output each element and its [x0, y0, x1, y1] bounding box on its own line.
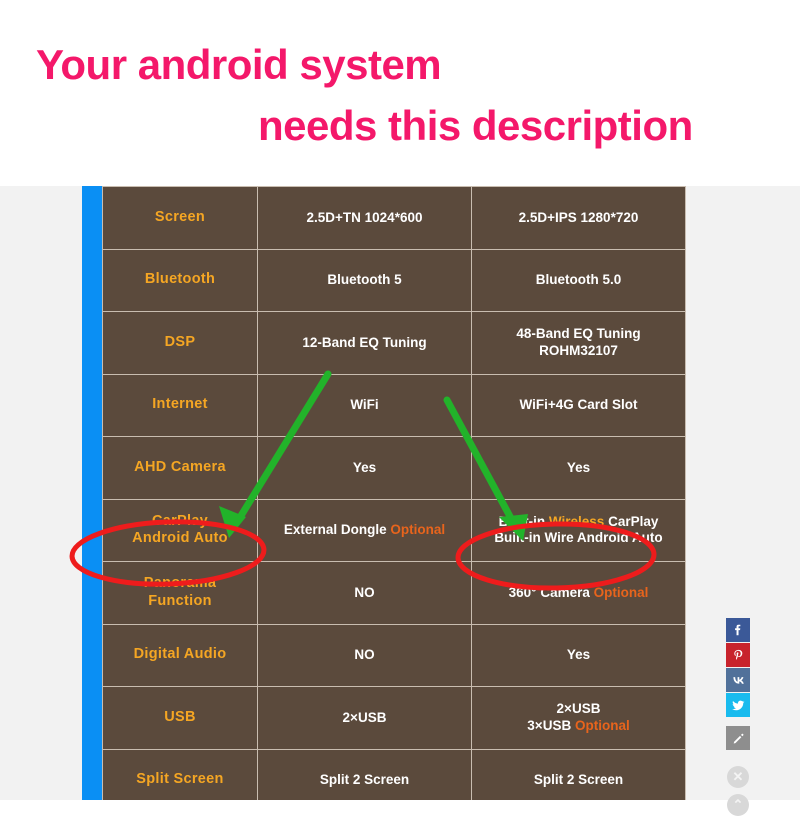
row-feature-bluetooth: Bluetooth: [102, 248, 258, 312]
table-row: Digital Audio NO Yes: [102, 623, 686, 687]
row-feature-panorama: Panorama Function: [102, 561, 258, 625]
carplay-b-l2: Built-in Wire Android Auto: [494, 530, 663, 546]
row-feature-internet: Internet: [102, 373, 258, 437]
carplay-b-l1-post: CarPlay: [604, 513, 659, 529]
panorama-label-line1: Panorama: [143, 575, 217, 592]
table-row: USB 2×USB 2×USB 3×USB Optional: [102, 686, 686, 750]
headline-banner: Your android system needs this descripti…: [0, 0, 800, 185]
product-spec-image: Screen 2.5D+TN 1024*600 2.5D+IPS 1280*72…: [0, 186, 800, 800]
carplay-b-l1-pre: Built-in: [498, 513, 549, 529]
carplay-label-line1: CarPlay: [151, 512, 209, 529]
row-value-b-carplay: Built-in Wireless CarPlay Built-in Wire A…: [471, 498, 686, 562]
row-value-b-bluetooth: Bluetooth 5.0: [471, 248, 686, 312]
vk-icon: [732, 676, 744, 684]
dsp-b-line1: 48-Band EQ Tuning: [516, 326, 641, 342]
edit-share-button[interactable]: [726, 726, 750, 750]
table-row: AHD Camera Yes Yes: [102, 436, 686, 500]
table-row: Screen 2.5D+TN 1024*600 2.5D+IPS 1280*72…: [102, 186, 686, 250]
pinterest-icon: [733, 649, 742, 660]
pencil-icon: [733, 733, 743, 743]
headline-line-2: needs this description: [258, 102, 693, 149]
row-feature-ahd-camera: AHD Camera: [102, 436, 258, 500]
spec-comparison-table: Screen 2.5D+TN 1024*600 2.5D+IPS 1280*72…: [102, 186, 686, 800]
row-value-a-dsp: 12-Band EQ Tuning: [257, 311, 472, 375]
social-share-rail: ✕ ⌃: [726, 618, 750, 816]
row-value-a-panorama: NO: [257, 561, 472, 625]
panorama-label-line2: Function: [148, 592, 212, 609]
row-value-b-digital-audio: Yes: [471, 623, 686, 687]
row-value-a-usb: 2×USB: [257, 686, 472, 750]
row-feature-dsp: DSP: [102, 311, 258, 375]
carplay-a-optional-tag: Optional: [390, 522, 446, 538]
table-row: Bluetooth Bluetooth 5 Bluetooth 5.0: [102, 248, 686, 312]
close-rail-button[interactable]: ✕: [727, 766, 749, 788]
row-feature-usb: USB: [102, 686, 258, 750]
row-value-b-internet: WiFi+4G Card Slot: [471, 373, 686, 437]
table-row: CarPlay Android Auto External Dongle Opt…: [102, 498, 686, 562]
usb-b-optional-tag: Optional: [574, 717, 630, 733]
spec-sheet-left-edge: [82, 186, 102, 800]
carplay-b-wireless-tag: Wireless: [548, 513, 605, 529]
row-value-a-digital-audio: NO: [257, 623, 472, 687]
panorama-b-optional-tag: Optional: [593, 584, 649, 600]
row-value-b-split-screen: Split 2 Screen: [471, 748, 686, 800]
row-feature-screen: Screen: [102, 186, 258, 250]
row-feature-carplay: CarPlay Android Auto: [102, 498, 258, 562]
row-value-b-ahd-camera: Yes: [471, 436, 686, 500]
table-row: DSP 12-Band EQ Tuning 48-Band EQ Tuning …: [102, 311, 686, 375]
pinterest-share-button[interactable]: [726, 643, 750, 667]
row-value-b-panorama: 360° Camera Optional: [471, 561, 686, 625]
facebook-share-button[interactable]: [726, 618, 750, 642]
row-feature-split-screen: Split Screen: [102, 748, 258, 800]
table-row: Internet WiFi WiFi+4G Card Slot: [102, 373, 686, 437]
carplay-a-text: External Dongle: [283, 522, 391, 538]
row-value-a-ahd-camera: Yes: [257, 436, 472, 500]
facebook-icon: [735, 624, 741, 636]
table-row: Panorama Function NO 360° Camera Optiona…: [102, 561, 686, 625]
table-row: Split Screen Split 2 Screen Split 2 Scre…: [102, 748, 686, 800]
spec-sheet-frame: Screen 2.5D+TN 1024*600 2.5D+IPS 1280*72…: [82, 186, 686, 800]
row-value-b-dsp: 48-Band EQ Tuning ROHM32107: [471, 311, 686, 375]
row-value-a-bluetooth: Bluetooth 5: [257, 248, 472, 312]
panorama-b-text: 360° Camera: [508, 584, 594, 600]
row-value-b-usb: 2×USB 3×USB Optional: [471, 686, 686, 750]
twitter-share-button[interactable]: [726, 693, 750, 717]
vk-share-button[interactable]: [726, 668, 750, 692]
row-value-a-carplay: External Dongle Optional: [257, 498, 472, 562]
row-value-b-screen: 2.5D+IPS 1280*720: [471, 186, 686, 250]
twitter-icon: [731, 700, 744, 710]
scroll-to-top-button[interactable]: ⌃: [727, 794, 749, 816]
row-value-a-screen: 2.5D+TN 1024*600: [257, 186, 472, 250]
dsp-b-line2: ROHM32107: [539, 342, 618, 358]
usb-b-l1: 2×USB: [556, 701, 601, 717]
row-value-a-split-screen: Split 2 Screen: [257, 748, 472, 800]
carplay-label-line2: Android Auto: [132, 530, 228, 547]
row-value-a-internet: WiFi: [257, 373, 472, 437]
usb-b-l2-text: 3×USB: [527, 717, 575, 733]
headline-line-1: Your android system: [36, 41, 442, 88]
row-feature-digital-audio: Digital Audio: [102, 623, 258, 687]
